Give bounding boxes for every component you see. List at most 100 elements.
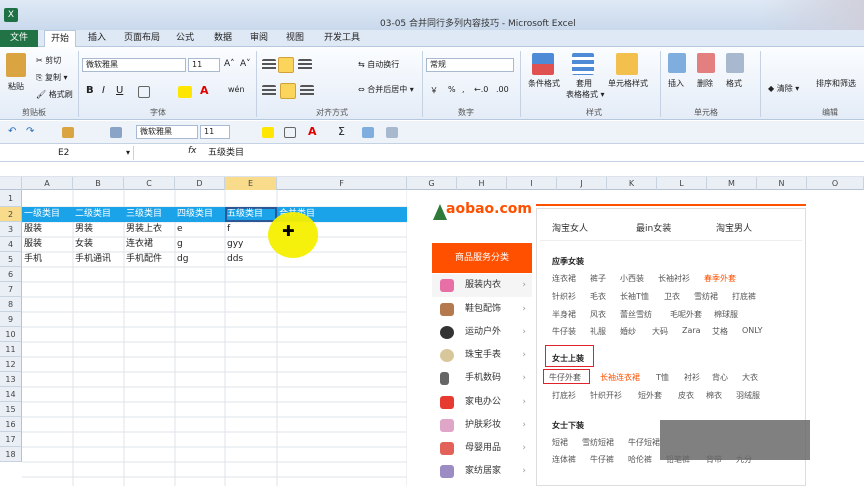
row-header[interactable]: 13 — [0, 372, 22, 387]
link[interactable]: 长袖T恤 — [620, 291, 649, 302]
tab-data[interactable]: 数据 — [208, 30, 238, 47]
sidebar-item-bags[interactable]: 鞋包配饰 › — [432, 298, 532, 321]
excel-logo-icon[interactable]: X — [4, 8, 18, 22]
number-format-select[interactable]: 常规 — [426, 58, 514, 72]
cell-b4[interactable]: 女装 — [73, 237, 124, 251]
sidebar-item-appliance[interactable]: 家电办公 › — [432, 391, 532, 414]
link[interactable]: 雪纺裙 — [694, 291, 718, 302]
cell-a4[interactable]: 服装 — [22, 237, 73, 251]
sidebar-item-baby[interactable]: 母婴用品 › — [432, 437, 532, 460]
percent-button[interactable]: % — [448, 85, 456, 94]
row-header[interactable]: 11 — [0, 342, 22, 357]
link[interactable]: 衬衫 — [684, 372, 700, 383]
sidebar-item-home[interactable]: 家纺居家 › — [432, 460, 532, 483]
cell-e5[interactable]: dds — [225, 252, 277, 266]
col-header-e[interactable]: E — [225, 177, 277, 190]
format-cells-button[interactable]: 格式 — [726, 78, 742, 89]
row-header[interactable]: 15 — [0, 402, 22, 417]
link[interactable]: 针织衫 — [552, 291, 576, 302]
filter-icon[interactable] — [386, 127, 398, 138]
format-as-table-icon[interactable] — [572, 53, 594, 75]
qat-font-color-button[interactable]: A — [308, 125, 317, 138]
tab-review[interactable]: 审阅 — [244, 30, 274, 47]
col-header-c[interactable]: C — [124, 177, 175, 190]
conditional-format-button[interactable]: 条件格式 — [528, 78, 560, 89]
link[interactable]: 艾格 — [712, 326, 728, 337]
qat-size-select[interactable]: 11 — [200, 125, 230, 139]
link[interactable]: 哈伦裤 — [628, 454, 652, 465]
fx-icon[interactable]: fx — [188, 146, 197, 156]
conditional-format-icon[interactable] — [532, 53, 554, 75]
row-header[interactable]: 9 — [0, 312, 22, 327]
row-header[interactable]: 10 — [0, 327, 22, 342]
decrease-decimal-button[interactable]: .00 — [496, 85, 509, 94]
link[interactable]: 连衣裙 — [552, 273, 576, 284]
cell-a5[interactable]: 手机 — [22, 252, 73, 266]
cell-c2[interactable]: 三级类目 — [124, 207, 175, 221]
link[interactable]: 半身裙 — [552, 309, 576, 320]
qat-font-select[interactable]: 微软雅黑 — [136, 125, 198, 139]
link[interactable]: ONLY — [742, 326, 763, 335]
paste-small-icon[interactable] — [62, 127, 74, 138]
align-top-icon[interactable] — [262, 59, 276, 71]
sidebar-item-sports[interactable]: 运动户外 › — [432, 321, 532, 344]
undo-icon[interactable]: ↶ — [8, 126, 16, 137]
align-right-icon[interactable] — [300, 85, 314, 97]
delete-cells-icon[interactable] — [697, 53, 715, 73]
link[interactable]: 风衣 — [590, 309, 606, 320]
link[interactable]: 棉衣 — [706, 390, 722, 401]
align-bottom-icon[interactable] — [298, 59, 312, 71]
copy-button[interactable]: ⎘ 复制 ▾ — [36, 72, 68, 83]
link[interactable]: 大衣 — [742, 372, 758, 383]
merge-center-button[interactable]: ⇔ 合并后居中 ▾ — [358, 84, 414, 95]
link[interactable]: 皮衣 — [678, 390, 694, 401]
col-header-d[interactable]: D — [175, 177, 225, 190]
row-header[interactable]: 12 — [0, 357, 22, 372]
cell-a2[interactable]: 一级类目 — [22, 207, 73, 221]
redo-icon[interactable]: ↷ — [26, 126, 34, 137]
col-header-j[interactable]: J — [557, 177, 607, 190]
link[interactable]: 小西装 — [620, 273, 644, 284]
select-all-corner[interactable] — [0, 177, 22, 190]
align-left-icon[interactable] — [262, 85, 276, 97]
bold-button[interactable]: B — [86, 85, 94, 96]
link[interactable]: 背心 — [712, 372, 728, 383]
row-header[interactable]: 8 — [0, 297, 22, 312]
row-header[interactable]: 17 — [0, 432, 22, 447]
sort-icon[interactable] — [362, 127, 374, 138]
link[interactable]: 卫衣 — [664, 291, 680, 302]
tab-insert[interactable]: 插入 — [82, 30, 112, 47]
row-header[interactable]: 7 — [0, 282, 22, 297]
align-center-icon[interactable] — [280, 83, 296, 99]
sidebar-item-clothing[interactable]: 服装内衣 › — [432, 274, 532, 297]
comma-button[interactable]: , — [462, 85, 465, 94]
link[interactable]: 牛仔短裙 — [628, 437, 660, 448]
col-header-g[interactable]: G — [407, 177, 457, 190]
link[interactable]: T恤 — [656, 372, 669, 383]
tab-developer[interactable]: 开发工具 — [318, 30, 366, 47]
name-box[interactable]: E2 — [0, 146, 134, 160]
flyout-tab-men[interactable]: 淘宝男人 — [716, 221, 752, 234]
print-icon[interactable] — [110, 127, 122, 138]
row-header[interactable]: 16 — [0, 417, 22, 432]
row-header[interactable]: 14 — [0, 387, 22, 402]
row-header[interactable]: 18 — [0, 447, 22, 462]
col-header-i[interactable]: I — [507, 177, 557, 190]
link[interactable]: 蕾丝雪纺 — [620, 309, 652, 320]
row-header[interactable]: 1 — [0, 190, 22, 207]
cell-d5[interactable]: dg — [175, 252, 225, 266]
border-icon[interactable] — [138, 86, 150, 98]
phonetic-button[interactable]: wén — [228, 85, 245, 94]
format-painter-button[interactable]: 🖌 格式刷 — [36, 89, 73, 100]
cut-button[interactable]: ✂ 剪切 — [36, 55, 61, 66]
link[interactable]: 裤子 — [590, 273, 606, 284]
link[interactable]: 牛仔裤 — [590, 454, 614, 465]
paste-button[interactable]: 粘贴 — [8, 81, 24, 92]
cell-a3[interactable]: 服装 — [22, 222, 73, 236]
link[interactable]: 牛仔外套 — [549, 372, 581, 383]
sidebar-item-digital[interactable]: 手机数码 › — [432, 367, 532, 390]
link[interactable]: 打底衫 — [552, 390, 576, 401]
link[interactable]: 短裙 — [552, 437, 568, 448]
link[interactable]: 长袖衬衫 — [658, 273, 690, 284]
shrink-font-button[interactable]: A˅ — [240, 59, 251, 69]
